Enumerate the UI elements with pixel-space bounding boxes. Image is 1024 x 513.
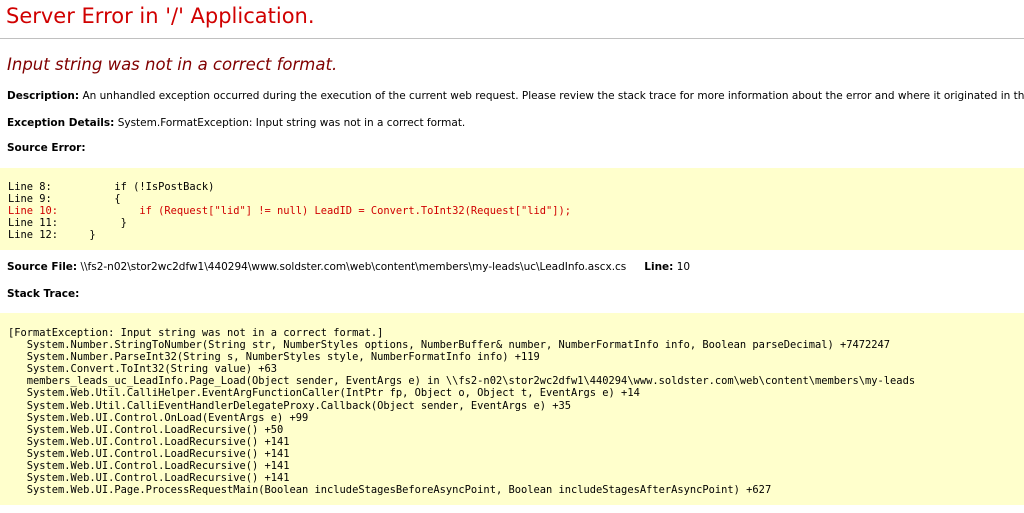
source-line: Line 8: if (!IsPostBack) bbox=[8, 181, 215, 193]
stack-line: members_leads_uc_LeadInfo.Page_Load(Obje… bbox=[8, 375, 916, 388]
source-error-box: Line 8: if (!IsPostBack) Line 9: { Line … bbox=[0, 168, 1024, 250]
line-label: Line: bbox=[644, 261, 674, 273]
source-line: Line 11: } bbox=[8, 217, 127, 230]
stack-trace-block: [FormatException: Input string was not i… bbox=[8, 327, 915, 496]
line-number: 10 bbox=[676, 261, 691, 273]
source-code-block: Line 8: if (!IsPostBack) Line 9: { Line … bbox=[8, 181, 571, 241]
stack-line: System.Number.ParseInt32(String s, Numbe… bbox=[8, 351, 540, 364]
stack-line: System.Number.StringToNumber(String str,… bbox=[8, 339, 891, 352]
source-file-label: Source File: bbox=[7, 261, 78, 273]
exception-details-section: Exception Details: System.FormatExceptio… bbox=[7, 117, 465, 129]
exception-details-text: System.FormatException: Input string was… bbox=[117, 117, 466, 129]
stack-line: System.Web.Util.CalliEventHandlerDelegat… bbox=[8, 399, 572, 412]
description-label: Description: bbox=[7, 90, 80, 102]
exception-details-label: Exception Details: bbox=[7, 117, 115, 129]
stack-line: System.Web.UI.Control.LoadRecursive() +1… bbox=[8, 472, 290, 485]
error-message: Input string was not in a correct format… bbox=[7, 55, 338, 74]
stack-line: System.Web.Util.CalliHelper.EventArgFunc… bbox=[8, 387, 640, 400]
source-error-heading: Source Error: bbox=[7, 142, 86, 154]
source-file-section: Source File: \\fs2-n02\stor2wc2dfw1\4402… bbox=[7, 261, 690, 273]
description-section: Description: An unhandled exception occu… bbox=[7, 90, 1024, 102]
stack-trace-box: [FormatException: Input string was not i… bbox=[0, 313, 1024, 505]
stack-line: System.Web.UI.Control.LoadRecursive() +1… bbox=[8, 447, 290, 460]
title-divider bbox=[0, 38, 1024, 39]
stack-trace-heading: Stack Trace: bbox=[7, 288, 79, 300]
stack-trace-label: Stack Trace: bbox=[7, 288, 80, 300]
source-line: Line 9: { bbox=[8, 193, 121, 206]
stack-line: System.Web.UI.Page.ProcessRequestMain(Bo… bbox=[8, 484, 772, 497]
source-line-highlighted: Line 10: if (Request["lid"] != null) Lea… bbox=[8, 205, 572, 218]
stack-line: System.Convert.ToInt32(String value) +63 bbox=[8, 363, 277, 376]
stack-line: System.Web.UI.Control.LoadRecursive() +5… bbox=[8, 423, 284, 436]
stack-line: [FormatException: Input string was not i… bbox=[8, 327, 384, 339]
source-file-path: \\fs2-n02\stor2wc2dfw1\440294\www.soldst… bbox=[80, 261, 627, 273]
page-title: Server Error in '/' Application. bbox=[6, 4, 315, 28]
description-text: An unhandled exception occurred during t… bbox=[82, 90, 1024, 102]
stack-line: System.Web.UI.Control.LoadRecursive() +1… bbox=[8, 435, 290, 448]
stack-line: System.Web.UI.Control.OnLoad(EventArgs e… bbox=[8, 411, 309, 424]
error-page: Server Error in '/' Application. Input s… bbox=[0, 0, 1024, 513]
source-line: Line 12: } bbox=[8, 229, 96, 242]
source-error-label: Source Error: bbox=[7, 142, 86, 154]
stack-line: System.Web.UI.Control.LoadRecursive() +1… bbox=[8, 460, 290, 473]
